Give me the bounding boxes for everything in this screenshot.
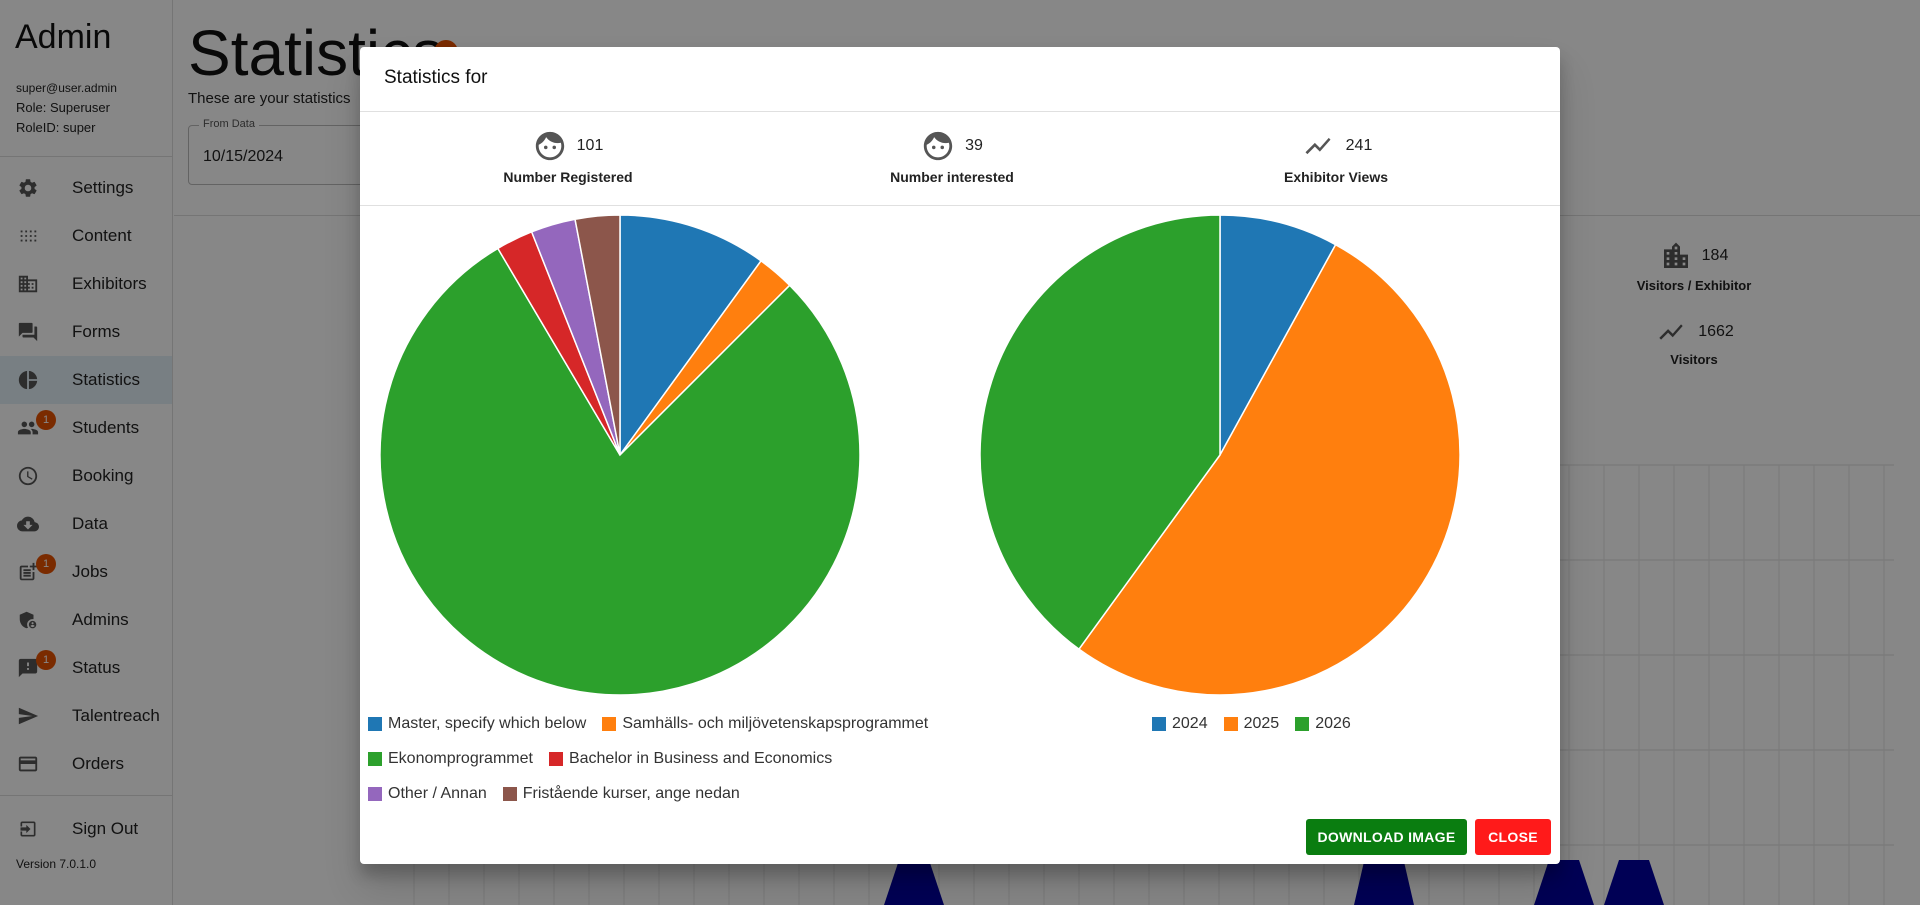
legend-item[interactable]: Other / Annan	[368, 785, 487, 803]
legend-item[interactable]: Master, specify which below	[368, 715, 586, 733]
legend-swatch	[502, 786, 517, 801]
legend-label: Ekonomprogrammet	[388, 749, 533, 767]
legend-label: Fristående kurser, ange nedan	[522, 784, 740, 802]
kpi-value: 39	[965, 137, 983, 154]
legend-swatch	[368, 716, 382, 731]
redacted-name	[493, 67, 578, 89]
legend-row: Ekonomprogrammet Bachelor in Business and…	[368, 741, 944, 776]
legend-swatch	[548, 751, 563, 766]
legend-label: Master, specify which below	[388, 714, 587, 732]
legend-row: Master, specify which below Samhälls- och…	[368, 706, 944, 741]
legend-row: 2024 2025 2026	[1152, 706, 1367, 741]
kpi-caption: Exhibitor Views	[1284, 169, 1388, 185]
face-icon	[535, 131, 564, 161]
legend-swatch	[368, 786, 382, 801]
kpi-value: 101	[576, 137, 604, 154]
dialog-title: Statistics for	[384, 67, 578, 89]
legend-swatch	[1295, 716, 1310, 731]
legend-label: 2024	[1172, 714, 1208, 732]
legend-item[interactable]: 2026	[1295, 715, 1351, 733]
legend-programs: Master, specify which below Samhälls- och…	[368, 706, 944, 811]
legend-label: 2025	[1243, 714, 1280, 732]
legend-swatch	[602, 716, 617, 731]
dialog-divider	[360, 111, 1560, 112]
legend-swatch	[1152, 716, 1166, 731]
legend-item[interactable]: Fristående kurser, ange nedan	[502, 784, 740, 803]
legend-swatch	[368, 751, 382, 766]
trend-icon	[1305, 137, 1331, 155]
legend-item[interactable]: 2025	[1223, 714, 1280, 733]
kpi-value: 241	[1345, 137, 1373, 154]
kpi-number-interested: 39 Number interested	[832, 129, 1072, 185]
legend-label: Other / Annan	[388, 784, 487, 802]
legend-label: 2026	[1315, 714, 1351, 732]
dialog-title-text: Statistics for	[384, 67, 488, 88]
legend-item[interactable]: 2024	[1152, 715, 1208, 733]
download-image-button[interactable]: DOWNLOAD IMAGE	[1306, 819, 1467, 855]
kpi-exhibitor-views: 241 Exhibitor Views	[1216, 129, 1456, 185]
legend-item[interactable]: Bachelor in Business and Economics	[548, 749, 833, 768]
statistics-dialog: Statistics for 101 Number Registered 39 …	[360, 47, 1560, 864]
legend-years: 2024 2025 2026	[1152, 706, 1367, 741]
legend-label: Samhälls- och miljövetenskapsprogrammet	[622, 714, 929, 732]
legend-label: Bachelor in Business and Economics	[568, 749, 833, 767]
legend-row: Other / Annan Fristående kurser, ange ned…	[368, 776, 944, 811]
kpi-caption: Number Registered	[503, 169, 633, 185]
legend-swatch	[1223, 716, 1238, 731]
legend-item[interactable]: Samhälls- och miljövetenskapsprogrammet	[602, 715, 928, 733]
pie-chart-programs	[380, 215, 860, 695]
dialog-divider	[360, 205, 1560, 206]
kpi-number-registered: 101 Number Registered	[448, 129, 688, 185]
kpi-caption: Number interested	[890, 169, 1014, 185]
legend-item[interactable]: Ekonomprogrammet	[368, 750, 533, 768]
close-button[interactable]: CLOSE	[1475, 819, 1551, 855]
face-icon	[923, 131, 953, 161]
pie-chart-years	[980, 215, 1460, 695]
